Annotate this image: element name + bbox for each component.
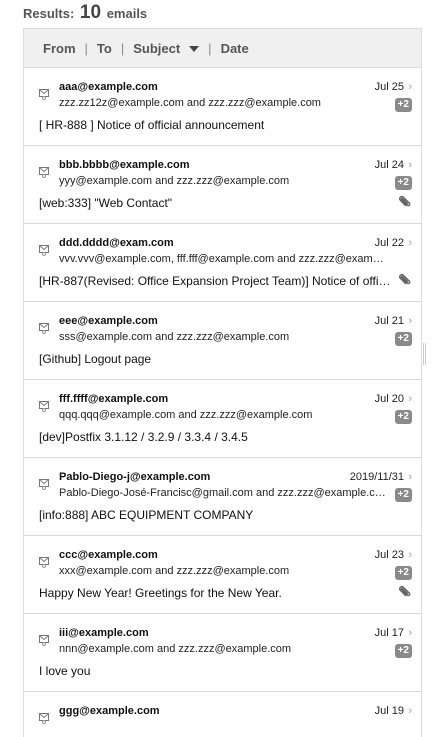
separator: |: [84, 40, 88, 56]
resize-handle[interactable]: [423, 343, 426, 365]
email-row[interactable]: ddd.dddd@exam.com Jul 22 › vvv.vvv@example.…: [24, 224, 421, 302]
email-row[interactable]: fff.ffff@example.com Jul 20 › qqq.qqq@examp…: [24, 380, 421, 458]
email-date: Jul 24: [374, 159, 404, 171]
email-from: bbb.bbbb@example.com: [59, 159, 190, 171]
email-subject: [ HR-888 ] Notice of official announceme…: [39, 118, 265, 132]
chevron-right-icon: ›: [408, 393, 412, 405]
paperclip-icon: [396, 272, 412, 293]
email-from: iii@example.com: [59, 627, 149, 639]
email-date: Jul 22: [374, 237, 404, 249]
email-list-panel: From | To | Subject | Date aaa@example.c…: [23, 28, 422, 737]
email-recipients: sss@example.com and zzz.zzz@example.com: [59, 331, 290, 343]
email-list: aaa@example.com Jul 25 › zzz.zz12z@example.…: [24, 68, 421, 737]
email-recipients: vvv.vvv@example.com, fff.fff@example.com…: [59, 253, 389, 265]
chevron-right-icon: ›: [408, 627, 412, 639]
email-row[interactable]: ccc@example.com Jul 23 › xxx@example.com an…: [24, 536, 421, 614]
email-from: eee@example.com: [59, 315, 158, 327]
recipient-count-badge: +2: [394, 410, 412, 424]
paperclip-icon: [396, 584, 412, 605]
dot-icon: [42, 174, 46, 178]
email-recipients: Pablo-Diego-José-Francisc@gmail.com and …: [59, 487, 389, 499]
email-from: ccc@example.com: [59, 549, 158, 561]
email-subject: [web:333] "Web Contact": [39, 196, 173, 210]
sort-by-to[interactable]: To: [97, 41, 112, 56]
email-row[interactable]: eee@example.com Jul 21 › sss@example.com an…: [24, 302, 421, 380]
email-from: aaa@example.com: [59, 81, 158, 93]
email-recipients: qqq.qqq@example.com and zzz.zzz@example.…: [59, 409, 313, 421]
email-subject: [HR-887(Revised: Office Expansion Projec…: [39, 274, 394, 288]
email-date: 2019/11/31: [349, 471, 404, 483]
chevron-right-icon: ›: [408, 549, 412, 561]
recipient-count-badge: +2: [394, 566, 412, 580]
dot-icon: [42, 96, 46, 100]
dot-icon: [42, 720, 46, 724]
email-date: Jul 25: [374, 81, 404, 93]
email-recipients: nnn@example.com and zzz.zzz@example.com: [59, 643, 292, 655]
email-row[interactable]: Pablo-Diego-j@example.com 2019/11/31 › Pabl…: [24, 458, 421, 536]
separator: |: [120, 40, 125, 56]
sort-by-subject[interactable]: Subject: [133, 40, 200, 56]
email-recipients: xxx@example.com and zzz.zzz@example.com: [59, 565, 290, 577]
email-from: ddd.dddd@exam.com: [59, 237, 174, 249]
email-from: ggg@example.com: [59, 705, 160, 717]
sort-to-label: To: [96, 40, 112, 56]
paperclip-icon: [396, 194, 412, 215]
email-date: Jul 21: [374, 315, 404, 327]
sort-by-from[interactable]: From: [43, 41, 76, 56]
results-count: 10: [79, 2, 102, 23]
email-recipients: zzz.zz12z@example.com and zzz.zzz@exampl…: [59, 97, 321, 109]
email-date: Jul 23: [374, 549, 404, 561]
dot-icon: [42, 642, 46, 646]
dot-icon: [42, 408, 46, 412]
separator: |: [208, 40, 212, 56]
chevron-right-icon: ›: [408, 315, 412, 327]
email-subject: I love you: [39, 664, 91, 678]
email-row[interactable]: iii@example.com Jul 17 › nnn@example.com an…: [24, 614, 421, 692]
chevron-right-icon: ›: [408, 159, 412, 171]
email-subject: [info:888] ABC EQUIPMENT COMPANY: [39, 508, 254, 522]
sort-date-label: Date: [220, 40, 249, 56]
recipient-count-badge: +2: [394, 332, 412, 346]
email-subject: [dev]Postfix 3.1.12 / 3.2.9 / 3.3.4 / 3.…: [39, 430, 248, 444]
sort-descending-icon: [189, 46, 200, 52]
sort-bar: From | To | Subject | Date: [24, 29, 421, 68]
email-date: Jul 17: [374, 627, 404, 639]
email-row[interactable]: ggg@example.com Jul 19 ›: [24, 692, 421, 737]
email-row[interactable]: bbb.bbbb@example.com Jul 24 › yyy@example.c…: [24, 146, 421, 224]
dot-icon: [42, 564, 46, 568]
sort-from-label: From: [43, 40, 76, 56]
sort-by-date[interactable]: Date: [221, 41, 249, 56]
email-date: Jul 20: [374, 393, 404, 405]
recipient-count-badge: +2: [394, 176, 412, 190]
sort-subject-label: Subject: [133, 40, 181, 56]
chevron-right-icon: ›: [408, 237, 412, 249]
recipient-count-badge: +2: [394, 98, 412, 112]
recipient-count-badge: +2: [394, 644, 412, 658]
chevron-right-icon: ›: [408, 471, 412, 483]
dot-icon: [42, 252, 46, 256]
email-recipients: yyy@example.com and zzz.zzz@example.com: [59, 175, 290, 187]
results-unit: emails: [106, 6, 148, 21]
recipient-count-badge: +2: [394, 488, 412, 502]
email-row[interactable]: aaa@example.com Jul 25 › zzz.zz12z@example.…: [24, 68, 421, 146]
email-from: Pablo-Diego-j@example.com: [59, 471, 211, 483]
chevron-right-icon: ›: [408, 81, 412, 93]
chevron-right-icon: ›: [408, 705, 412, 717]
email-subject: [Github] Logout page: [39, 352, 152, 366]
results-label: Results:: [23, 6, 75, 21]
email-date: Jul 19: [374, 705, 404, 717]
results-summary: Results: 10 emails: [23, 0, 423, 26]
email-from: fff.ffff@example.com: [59, 393, 169, 405]
dot-icon: [42, 486, 46, 490]
email-subject: Happy New Year! Greetings for the New Ye…: [39, 586, 282, 600]
dot-icon: [42, 330, 46, 334]
